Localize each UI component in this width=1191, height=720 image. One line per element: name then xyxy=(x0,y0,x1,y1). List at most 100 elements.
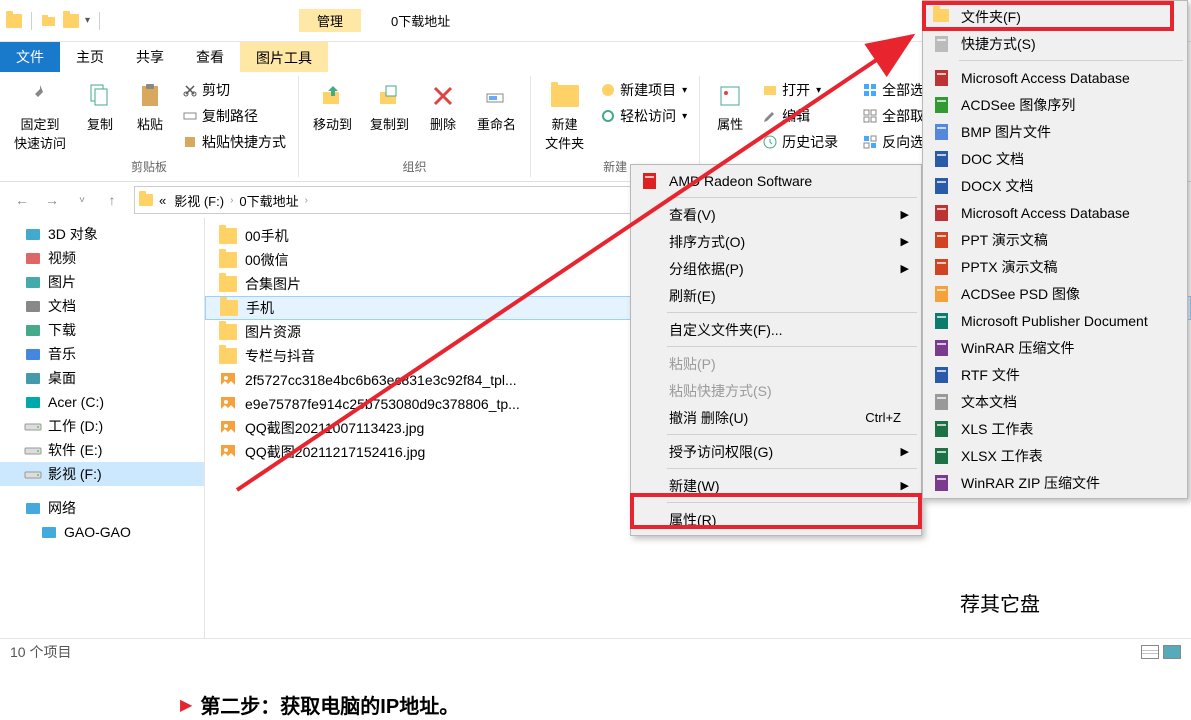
menu-label: 属性(R) xyxy=(669,510,716,530)
menu-item[interactable]: 属性(R) xyxy=(633,506,919,533)
tab-file[interactable]: 文件 xyxy=(0,42,60,72)
tree-node[interactable]: 视频 xyxy=(0,246,204,270)
menu-item[interactable]: 分组依据(P)▶ xyxy=(633,255,919,282)
menu-item[interactable]: WinRAR 压缩文件 xyxy=(925,334,1185,361)
file-name: QQ截图20211007113423.jpg xyxy=(245,418,424,438)
menu-label: 查看(V) xyxy=(669,205,716,225)
menu-label: XLSX 工作表 xyxy=(961,446,1043,466)
menu-item[interactable]: 快捷方式(S) xyxy=(925,30,1185,57)
new-item-button[interactable]: 新建项目▾ xyxy=(596,78,691,102)
nav-history-button[interactable]: ˅ xyxy=(68,186,96,214)
folder-icon[interactable] xyxy=(63,14,79,28)
delete-button[interactable]: 删除 xyxy=(421,76,465,137)
move-to-button[interactable]: 移动到 xyxy=(307,76,358,137)
cut-button[interactable]: 剪切 xyxy=(178,78,290,102)
menu-label: Microsoft Access Database xyxy=(961,70,1130,86)
menu-label: PPT 演示文稿 xyxy=(961,230,1048,250)
tree-label: Acer (C:) xyxy=(48,394,104,410)
tree-label: 影视 (F:) xyxy=(48,464,102,484)
copy-button[interactable]: 复制 xyxy=(78,76,122,137)
tree-node[interactable]: 工作 (D:) xyxy=(0,414,204,438)
menu-item[interactable]: 授予访问权限(G)▶ xyxy=(633,438,919,465)
file-name: 合集图片 xyxy=(245,274,301,294)
tree-node[interactable]: 下载 xyxy=(0,318,204,342)
menu-item[interactable]: ACDSee PSD 图像 xyxy=(925,280,1185,307)
tree-label: 桌面 xyxy=(48,368,76,388)
tree-label: 3D 对象 xyxy=(48,224,98,244)
tree-label: 文档 xyxy=(48,296,76,316)
menu-item: 粘贴快捷方式(S) xyxy=(633,377,919,404)
tree-node[interactable]: 影视 (F:) xyxy=(0,462,204,486)
tab-picture-tools[interactable]: 图片工具 xyxy=(240,42,328,72)
nav-forward-button[interactable]: → xyxy=(38,186,66,214)
open-button[interactable]: 打开▾ xyxy=(758,78,842,102)
menu-item[interactable]: 刷新(E) xyxy=(633,282,919,309)
partial-text: 荐其它盘 xyxy=(960,588,1040,617)
paste-shortcut-button[interactable]: 粘贴快捷方式 xyxy=(178,130,290,154)
menu-item[interactable]: 查看(V)▶ xyxy=(633,201,919,228)
menu-item[interactable]: XLSX 工作表 xyxy=(925,442,1185,469)
tree-node[interactable]: Acer (C:) xyxy=(0,390,204,414)
chevron-right-icon[interactable]: › xyxy=(230,195,233,206)
tree-node[interactable]: 文档 xyxy=(0,294,204,318)
menu-label: Microsoft Publisher Document xyxy=(961,313,1148,329)
menu-item[interactable]: RTF 文件 xyxy=(925,361,1185,388)
breadcrumb-drive[interactable]: 影视 (F:) xyxy=(172,191,226,210)
menu-item[interactable]: WinRAR ZIP 压缩文件 xyxy=(925,469,1185,496)
menu-item[interactable]: 文件夹(F) xyxy=(925,3,1185,30)
menu-item[interactable]: PPTX 演示文稿 xyxy=(925,253,1185,280)
copy-path-button[interactable]: 复制路径 xyxy=(178,104,290,128)
menu-item[interactable]: 排序方式(O)▶ xyxy=(633,228,919,255)
menu-item[interactable]: Microsoft Access Database xyxy=(925,64,1185,91)
menu-item[interactable]: DOCX 文档 xyxy=(925,172,1185,199)
edit-button[interactable]: 编辑 xyxy=(758,104,842,128)
tree-label: 下载 xyxy=(48,320,76,340)
menu-item[interactable]: 文本文档 xyxy=(925,388,1185,415)
tab-view[interactable]: 查看 xyxy=(180,42,240,72)
copy-to-button[interactable]: 复制到 xyxy=(364,76,415,137)
tree-label: 视频 xyxy=(48,248,76,268)
file-name: QQ截图20211217152416.jpg xyxy=(245,442,425,462)
tree-node[interactable]: 软件 (E:) xyxy=(0,438,204,462)
menu-item[interactable]: 自定义文件夹(F)... xyxy=(633,316,919,343)
menu-item[interactable]: PPT 演示文稿 xyxy=(925,226,1185,253)
menu-item[interactable]: 新建(W)▶ xyxy=(633,472,919,499)
window-title: 0下载地址 xyxy=(391,11,450,30)
menu-item[interactable]: AMD Radeon Software xyxy=(633,167,919,194)
menu-item[interactable]: XLS 工作表 xyxy=(925,415,1185,442)
nav-up-button[interactable]: ↑ xyxy=(98,186,126,214)
breadcrumb-folder[interactable]: 0下载地址 xyxy=(237,191,300,210)
tree-node[interactable]: 音乐 xyxy=(0,342,204,366)
new-folder-icon[interactable] xyxy=(41,13,57,29)
menu-item[interactable]: Microsoft Publisher Document xyxy=(925,307,1185,334)
chevron-right-icon[interactable]: › xyxy=(305,195,308,206)
easy-access-button[interactable]: 轻松访问▾ xyxy=(596,104,691,128)
menu-item[interactable]: DOC 文档 xyxy=(925,145,1185,172)
details-view-icon[interactable] xyxy=(1141,645,1159,659)
menu-label: BMP 图片文件 xyxy=(961,122,1051,142)
new-folder-button[interactable]: 新建 文件夹 xyxy=(539,76,590,156)
menu-item[interactable]: ACDSee 图像序列 xyxy=(925,91,1185,118)
menu-label: 快捷方式(S) xyxy=(961,34,1036,54)
dropdown-icon[interactable]: ▾ xyxy=(85,15,90,26)
nav-back-button[interactable]: ← xyxy=(8,186,36,214)
tree-node[interactable]: 3D 对象 xyxy=(0,222,204,246)
paste-button[interactable]: 粘贴 xyxy=(128,76,172,137)
breadcrumb-root[interactable]: « xyxy=(157,193,168,208)
tab-share[interactable]: 共享 xyxy=(120,42,180,72)
tree-node[interactable]: GAO-GAO xyxy=(0,520,204,544)
history-button[interactable]: 历史记录 xyxy=(758,130,842,154)
tab-home[interactable]: 主页 xyxy=(60,42,120,72)
tree-node[interactable]: 桌面 xyxy=(0,366,204,390)
tree-node[interactable]: 网络 xyxy=(0,496,204,520)
properties-button[interactable]: 属性 xyxy=(708,76,752,137)
menu-item[interactable]: Microsoft Access Database xyxy=(925,199,1185,226)
menu-item[interactable]: BMP 图片文件 xyxy=(925,118,1185,145)
pin-quick-access-button[interactable]: 固定到 快速访问 xyxy=(8,76,72,156)
rename-button[interactable]: 重命名 xyxy=(471,76,522,137)
menu-item[interactable]: 撤消 删除(U)Ctrl+Z xyxy=(633,404,919,431)
thumbnails-view-icon[interactable] xyxy=(1163,645,1181,659)
menu-label: 分组依据(P) xyxy=(669,259,744,279)
file-name: e9e75787fe914c25b753080d9c378806_tp... xyxy=(245,396,520,412)
tree-node[interactable]: 图片 xyxy=(0,270,204,294)
